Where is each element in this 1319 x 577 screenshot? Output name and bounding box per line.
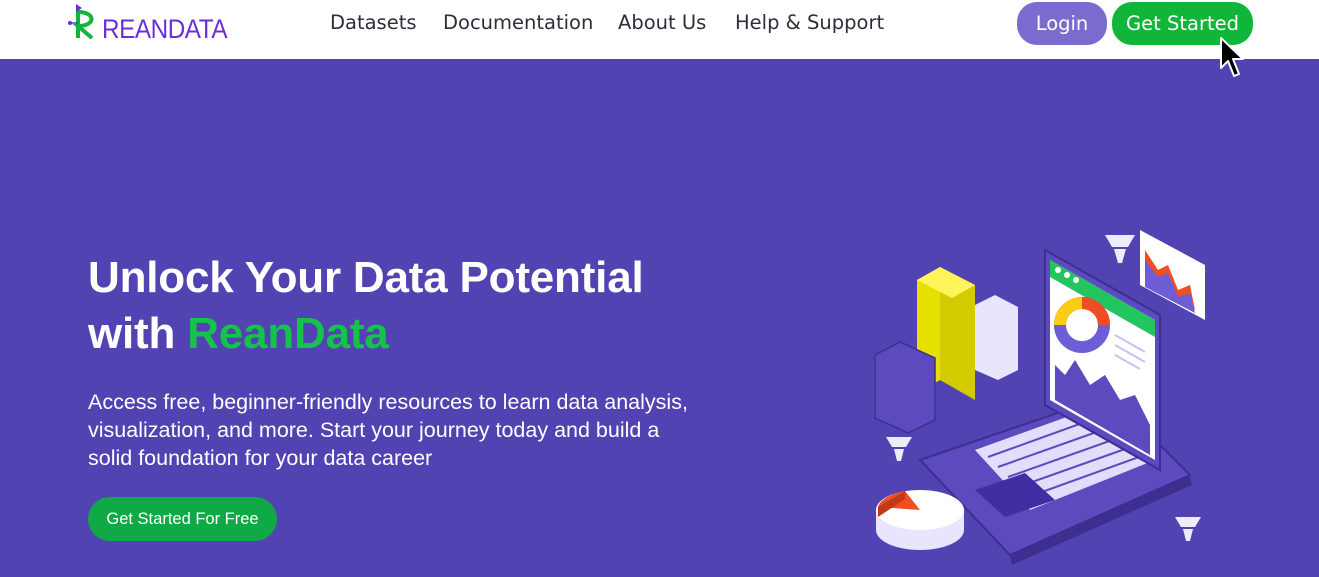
- brand-logo[interactable]: REANDATA: [66, 4, 236, 46]
- nav-link-help-support[interactable]: Help & Support: [735, 11, 884, 34]
- nav-link-documentation[interactable]: Documentation: [443, 11, 593, 34]
- mouse-cursor-icon: [1220, 37, 1244, 77]
- nav-link-datasets[interactable]: Datasets: [330, 11, 417, 34]
- site-header: REANDATA Datasets Documentation About Us…: [0, 0, 1319, 59]
- brand-name: REANDATA: [102, 14, 228, 44]
- logo-r-icon: [68, 4, 94, 40]
- nav-link-about-us[interactable]: About Us: [618, 11, 706, 34]
- hero-title-accent: ReanData: [187, 309, 389, 358]
- login-button[interactable]: Login: [1017, 2, 1107, 45]
- hero-title-with: with: [88, 309, 176, 358]
- hero-title-line1: Unlock Your Data Potential: [88, 253, 644, 302]
- hero-title: Unlock Your Data Potential with ReanData: [88, 250, 728, 362]
- get-started-free-button[interactable]: Get Started For Free: [88, 497, 277, 541]
- laptop-analytics-illustration-icon: [874, 230, 1205, 565]
- hero-subtitle: Access free, beginner-friendly resources…: [88, 390, 688, 470]
